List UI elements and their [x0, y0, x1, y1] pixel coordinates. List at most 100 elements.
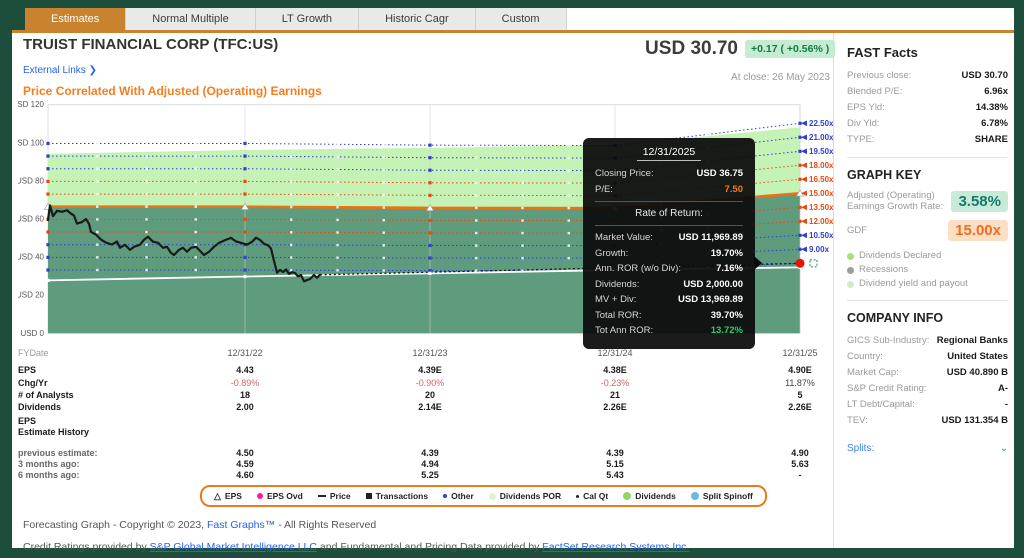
quarter-marker — [96, 243, 98, 245]
quarter-marker — [568, 219, 570, 221]
legend-item-other[interactable]: Other — [443, 491, 474, 501]
tooltip-row-label: Tot Ann ROR: — [595, 323, 653, 339]
quarter-marker — [290, 168, 292, 170]
external-links-link[interactable]: External Links ❯ — [23, 65, 97, 76]
fact-label: LT Debt/Capital: — [847, 397, 915, 413]
multiple-label: 13.50x — [809, 203, 833, 212]
page-title: TRUIST FINANCIAL CORP (TFC:US) — [23, 36, 278, 53]
year-marker — [46, 230, 49, 233]
legend-item-split-spinoff[interactable]: Split Spinoff — [691, 491, 753, 501]
fact-row: Country:United States — [847, 349, 1008, 365]
graph-key-bullet: Dividend yield and payout — [847, 277, 1008, 291]
tab-custom[interactable]: Custom — [476, 8, 567, 30]
quarter-marker — [145, 206, 147, 208]
fact-label: Previous close: — [847, 68, 911, 84]
graph-key-title: GRAPH KEY — [847, 168, 1008, 182]
legend-label: EPS Ovd — [267, 491, 303, 501]
table-cell: 4.59 — [185, 459, 305, 469]
year-marker — [428, 244, 431, 247]
legend-item-price[interactable]: Price — [318, 491, 351, 501]
legend-item-cal-qt[interactable]: Cal Qt — [576, 491, 608, 501]
payout-year-marker — [46, 279, 49, 282]
year-marker — [243, 154, 246, 157]
table-cell: 18 — [185, 390, 305, 400]
quarter-marker — [383, 269, 385, 271]
fact-label: S&P Credit Rating: — [847, 381, 927, 397]
quarter-marker — [290, 143, 292, 145]
year-marker — [428, 144, 431, 147]
tooltip-row-label: Dividends: — [595, 277, 639, 293]
fact-row: Market Cap:USD 40.890 B — [847, 365, 1008, 381]
fast-facts-title: FAST Facts — [847, 45, 1008, 60]
tab-lt-growth[interactable]: LT Growth — [256, 8, 359, 30]
quarter-marker — [336, 156, 338, 158]
quarter-marker — [195, 206, 197, 208]
quarter-marker — [195, 231, 197, 233]
at-close-timestamp: At close: 26 May 2023 — [612, 72, 830, 83]
fact-label: Blended P/E: — [847, 84, 902, 100]
providers-text-2: and Fundamental and Pricing Data provide… — [317, 541, 542, 553]
table-cell: EPS — [18, 416, 36, 426]
legend-item-eps-ovd[interactable]: EPS Ovd — [257, 491, 303, 501]
tooltip-row-value: USD 2,000.00 — [683, 277, 743, 293]
copyright-text: Forecasting Graph - Copyright © 2023, — [23, 519, 207, 531]
fact-label: TYPE: — [847, 132, 874, 148]
sp-global-link[interactable]: S&P Global Market Intelligence LLC — [150, 541, 317, 553]
table-cell: 2.14E — [370, 402, 490, 412]
quarter-marker — [145, 193, 147, 195]
fact-value: - — [1005, 397, 1008, 413]
quarter-marker — [195, 168, 197, 170]
tooltip-date: 12/31/2025 — [595, 146, 743, 158]
tooltip-row-label: Growth: — [595, 246, 628, 262]
dividends-icon — [623, 492, 631, 500]
fact-row: Div Yld:6.78% — [847, 116, 1008, 132]
tooltip-row-value: 39.70% — [711, 308, 743, 324]
year-marker — [243, 180, 246, 183]
quarter-marker — [568, 144, 570, 146]
multiple-label: 18.00x — [809, 161, 833, 170]
legend-item-transactions[interactable]: Transactions — [366, 491, 428, 501]
multiple-label: 21.00x — [809, 133, 833, 142]
legend-item-dividends-por[interactable]: Dividends POR — [489, 491, 561, 501]
tooltip-divider — [595, 201, 743, 202]
gdf-badge: 15.00x — [948, 220, 1008, 241]
tooltip-arrow — [754, 256, 762, 270]
table-cell: 4.39 — [555, 448, 675, 458]
year-marker — [46, 180, 49, 183]
split-spinoff-icon — [691, 492, 699, 500]
quarter-marker — [336, 206, 338, 208]
quarter-marker — [290, 218, 292, 220]
price-icon — [318, 495, 326, 497]
quarter-marker — [290, 231, 292, 233]
table-cell: 20 — [370, 390, 490, 400]
quarter-marker — [521, 194, 523, 196]
year-marker — [428, 231, 431, 234]
fact-row: LT Debt/Capital: - — [847, 397, 1008, 413]
tab-estimates[interactable]: Estimates — [25, 8, 126, 30]
year-marker — [46, 154, 49, 157]
y-axis-tick: USD 20 — [18, 291, 45, 300]
y-axis-tick: USD 40 — [18, 253, 45, 262]
y-axis-tick: USD 80 — [18, 176, 45, 185]
fact-row: TYPE:SHARE — [847, 132, 1008, 148]
quarter-marker — [383, 232, 385, 234]
quarter-marker — [96, 269, 98, 271]
tab-historic-cagr[interactable]: Historic Cagr — [359, 8, 476, 30]
tab-normal-multiple[interactable]: Normal Multiple — [126, 8, 255, 30]
legend-item-dividends[interactable]: Dividends — [623, 491, 676, 501]
quarter-marker — [336, 181, 338, 183]
earnings-growth-label: Adjusted (Operating) Earnings Growth Rat… — [847, 190, 943, 212]
fast-graphs-link[interactable]: Fast Graphs™ — [207, 519, 275, 531]
splits-link[interactable]: Splits: ⌄ — [847, 443, 1008, 454]
quarter-marker — [290, 256, 292, 258]
tooltip-ror-rows: Market Value:USD 11,969.89Growth:19.70%A… — [595, 230, 743, 339]
legend-item-eps[interactable]: △EPS — [214, 491, 242, 501]
quarter-marker — [145, 243, 147, 245]
table-cell: 5.43 — [555, 470, 675, 480]
fact-row: TEV:USD 131.354 B — [847, 413, 1008, 429]
factset-link[interactable]: FactSet Research Systems Inc. — [542, 541, 689, 553]
quarter-marker — [96, 180, 98, 182]
table-cell: 3 months ago: — [18, 459, 80, 469]
tooltip-row: Total ROR:39.70% — [595, 308, 743, 324]
multiple-label: 12.00x — [809, 217, 833, 226]
